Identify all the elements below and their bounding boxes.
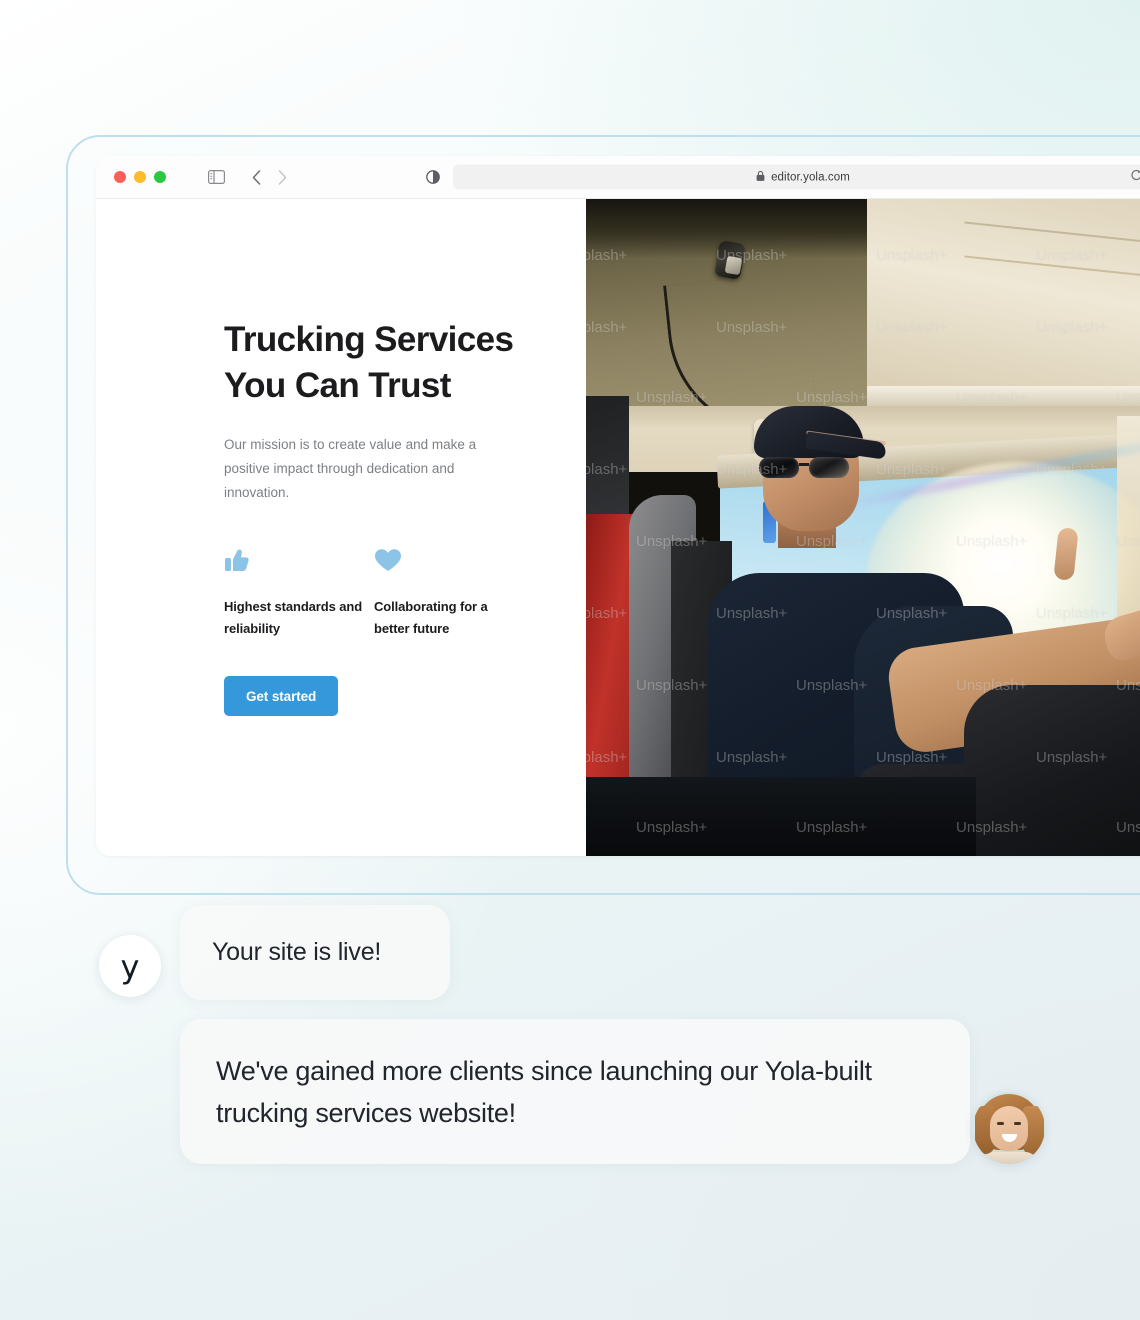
site-preview: Trucking Services You Can Trust Our miss… — [96, 199, 1140, 856]
address-bar[interactable]: editor.yola.com — [453, 164, 1140, 190]
user-avatar-photo — [973, 1092, 1045, 1164]
hero-subtitle: Our mission is to create value and make … — [224, 437, 477, 500]
close-window-button[interactable] — [114, 171, 126, 183]
get-started-button[interactable]: Get started — [224, 676, 339, 716]
feature-label: Collaborating for a better future — [374, 599, 488, 636]
page-title: Trucking Services You Can Trust — [224, 320, 514, 405]
address-url-text: editor.yola.com — [771, 171, 850, 183]
truck-driver-photo: Unsplash+ Unsplash+ Unsplash+ Unsplash+ … — [586, 199, 1140, 856]
feature-list: Highest standards and reliability Collab… — [224, 544, 524, 639]
browser-toolbar: editor.yola.com — [96, 156, 1140, 199]
lock-icon — [756, 168, 765, 186]
feature-item: Collaborating for a better future — [374, 544, 524, 639]
hero-copy: Trucking Services You Can Trust Our miss… — [224, 317, 524, 716]
hero-image-panel: Unsplash+ Unsplash+ Unsplash+ Unsplash+ … — [586, 199, 1140, 856]
browser-window: editor.yola.com Trucking Services You Ca… — [96, 156, 1140, 856]
chat-message-text: We've gained more clients since launchin… — [216, 1055, 872, 1128]
reload-icon[interactable] — [1130, 168, 1140, 186]
yola-logo-avatar: y — [99, 935, 161, 997]
minimize-window-button[interactable] — [134, 171, 146, 183]
yola-logo-letter: y — [120, 948, 140, 986]
maximize-window-button[interactable] — [154, 171, 166, 183]
heart-icon — [374, 544, 524, 574]
feature-item: Highest standards and reliability — [224, 544, 374, 639]
feature-label: Highest standards and reliability — [224, 599, 363, 636]
hero-left-column: Trucking Services You Can Trust Our miss… — [96, 199, 586, 856]
window-controls[interactable] — [114, 171, 166, 183]
chevron-left-icon[interactable] — [252, 169, 261, 185]
reader-view-icon[interactable] — [426, 170, 440, 185]
chat-message-bubble: We've gained more clients since launchin… — [180, 1019, 970, 1164]
thumbs-up-icon — [224, 544, 374, 574]
chat-message-text: Your site is live! — [212, 938, 382, 966]
chevron-right-icon[interactable] — [278, 169, 287, 185]
chat-message-bubble: Your site is live! — [180, 905, 450, 1000]
sidebar-toggle-icon[interactable] — [208, 170, 225, 184]
